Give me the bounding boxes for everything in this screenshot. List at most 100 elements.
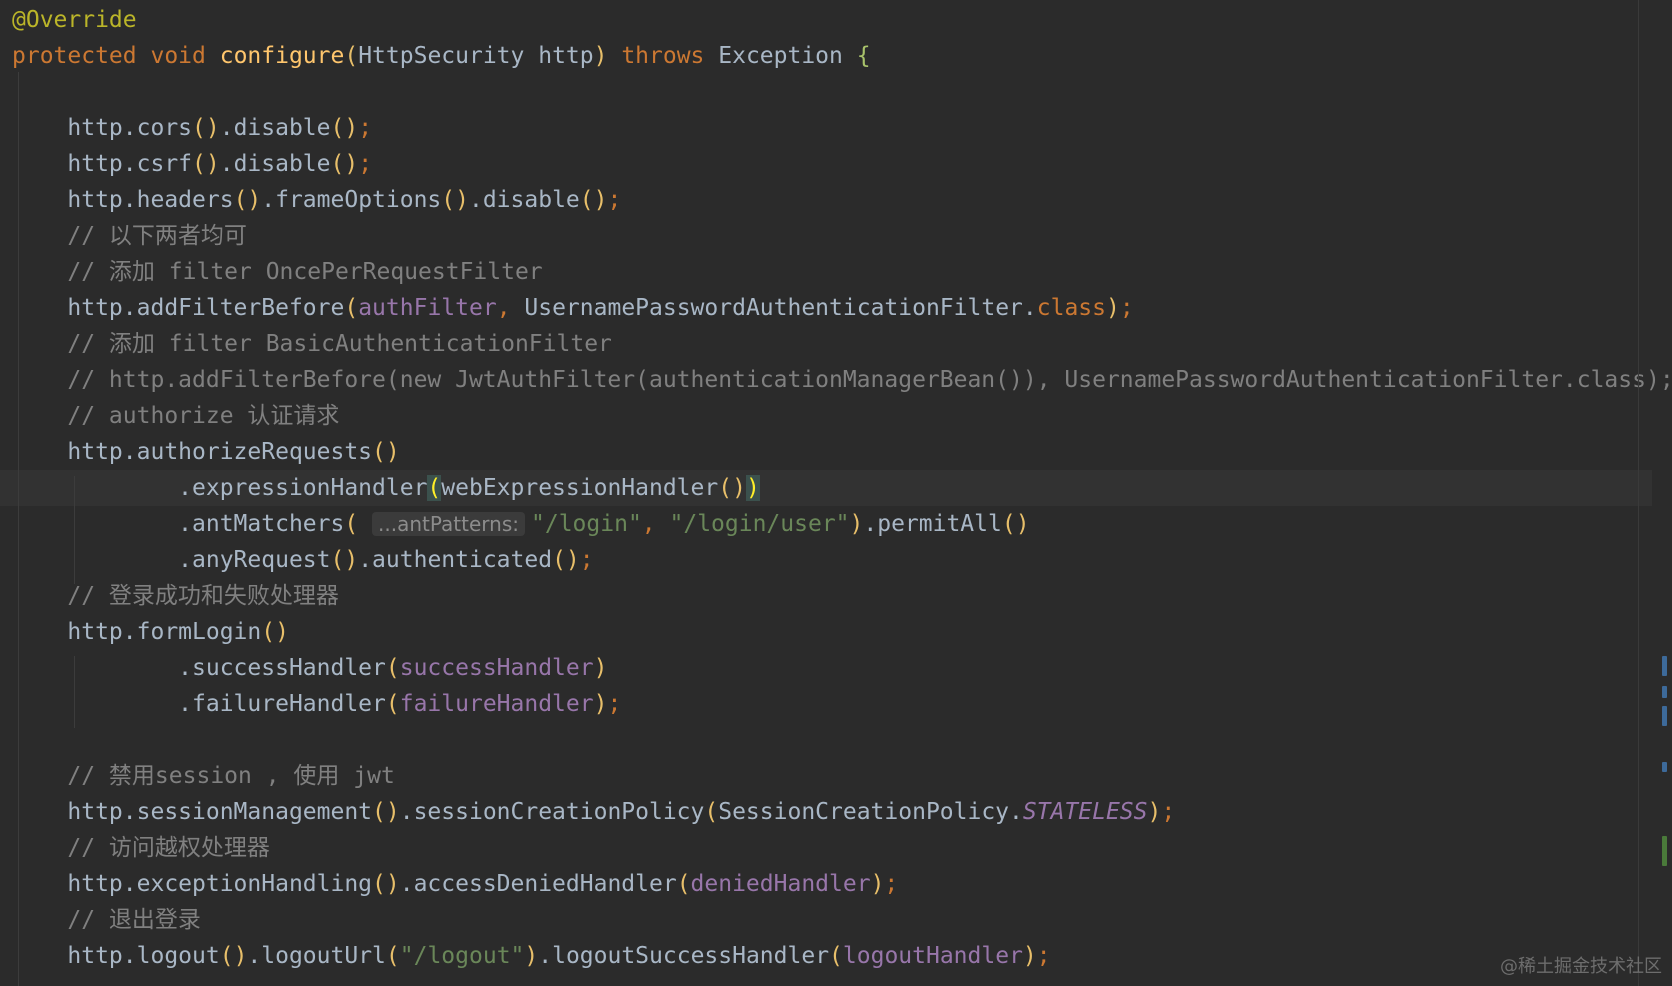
code-editor[interactable]: @Override protected void configure(HttpSe… xyxy=(0,0,1672,986)
code-token: ) xyxy=(870,871,885,897)
code-token: // 退出登录 xyxy=(12,907,201,933)
code-token: ( xyxy=(344,295,359,321)
code-token: ( xyxy=(344,511,373,537)
scrollbar-marker xyxy=(1662,762,1667,772)
code-line[interactable]: // 以下两者均可 xyxy=(0,218,1652,254)
code-token: ) xyxy=(1022,943,1037,969)
code-token: logoutHandler xyxy=(842,943,1023,969)
code-token: protected void xyxy=(12,43,220,69)
code-token: class xyxy=(1036,295,1106,321)
code-line[interactable]: http.csrf().disable(); xyxy=(0,146,1652,182)
code-token: STATELESS xyxy=(1022,799,1148,825)
code-token: ( xyxy=(385,943,400,969)
code-token: "/login" xyxy=(531,511,642,537)
code-token: ( xyxy=(704,799,719,825)
code-line[interactable]: http.authorizeRequests() xyxy=(0,434,1652,470)
code-line[interactable]: http.addFilterBefore(authFilter, Usernam… xyxy=(0,290,1652,326)
code-line[interactable]: protected void configure(HttpSecurity ht… xyxy=(0,38,1652,74)
code-token: HttpSecurity http xyxy=(358,43,594,69)
code-token: // 禁用session , 使用 jwt xyxy=(12,763,395,789)
code-line[interactable]: .expressionHandler(webExpressionHandler(… xyxy=(0,470,1652,506)
code-token: ; xyxy=(1036,943,1051,969)
code-line[interactable]: .anyRequest().authenticated(); xyxy=(0,542,1652,578)
code-token: .logoutUrl xyxy=(247,943,386,969)
code-token: () xyxy=(552,547,580,573)
code-line[interactable]: // 访问越权处理器 xyxy=(0,830,1652,866)
code-token: ) xyxy=(1106,295,1120,321)
code-token: deniedHandler xyxy=(690,871,871,897)
code-token: () xyxy=(330,115,359,141)
code-token: () xyxy=(219,943,248,969)
code-token: .failureHandler xyxy=(12,691,386,717)
code-line[interactable]: // authorize 认证请求 xyxy=(0,398,1652,434)
code-token: () xyxy=(718,475,746,501)
code-line[interactable]: http.formLogin() xyxy=(0,614,1652,650)
code-token: ; xyxy=(1161,799,1176,825)
code-line[interactable]: // 添加 filter OncePerRequestFilter xyxy=(0,254,1652,290)
code-token: ) xyxy=(593,691,608,717)
code-token: http.authorizeRequests xyxy=(12,439,373,465)
code-line[interactable]: http.logout().logoutUrl("/logout").logou… xyxy=(0,938,1652,974)
indent-guide xyxy=(74,476,75,584)
code-token: // http.addFilterBefore(new JwtAuthFilte… xyxy=(12,367,1672,393)
code-token: ; xyxy=(607,187,622,213)
code-line[interactable]: .failureHandler(failureHandler); xyxy=(0,686,1652,722)
code-token: http.addFilterBefore xyxy=(12,295,345,321)
code-line[interactable]: // 登录成功和失败处理器 xyxy=(0,578,1652,614)
code-token: // 添加 filter BasicAuthenticationFilter xyxy=(12,331,612,357)
scrollbar-marker xyxy=(1662,706,1667,726)
indent-guide xyxy=(74,656,75,728)
code-token: // 访问越权处理器 xyxy=(12,835,270,861)
code-token: http.exceptionHandling xyxy=(12,871,373,897)
code-token: ( xyxy=(344,43,359,69)
code-token: http.formLogin xyxy=(12,619,262,645)
code-token: // 登录成功和失败处理器 xyxy=(12,583,339,609)
code-token: { xyxy=(856,43,871,69)
code-token: "/logout" xyxy=(399,943,525,969)
right-margin-guide xyxy=(1638,0,1639,986)
code-line[interactable]: // 退出登录 xyxy=(0,902,1652,938)
scrollbar-marker xyxy=(1662,656,1667,676)
code-token: .frameOptions xyxy=(261,187,442,213)
code-token: ; xyxy=(607,691,622,717)
code-token: throws xyxy=(607,43,719,69)
code-token: () xyxy=(330,151,359,177)
code-token: authFilter xyxy=(358,295,497,321)
code-line[interactable]: // http.addFilterBefore(new JwtAuthFilte… xyxy=(0,362,1672,398)
code-line[interactable]: @Override xyxy=(0,2,1652,38)
code-token: .disable xyxy=(219,151,331,177)
code-token: ( xyxy=(385,655,400,681)
code-line[interactable]: http.sessionManagement().sessionCreation… xyxy=(0,794,1652,830)
code-token: .anyRequest xyxy=(12,547,331,573)
code-token: http.sessionManagement xyxy=(12,799,373,825)
code-token: () xyxy=(372,799,400,825)
code-line[interactable]: http.headers().frameOptions().disable(); xyxy=(0,182,1652,218)
code-token: .disable xyxy=(468,187,580,213)
code-line[interactable]: http.cors().disable(); xyxy=(0,110,1652,146)
code-token: () xyxy=(261,619,289,645)
code-token: , xyxy=(641,511,670,537)
code-line[interactable] xyxy=(0,722,1652,758)
code-line[interactable] xyxy=(0,74,1652,110)
code-line[interactable]: .antMatchers( ...antPatterns: "/login", "… xyxy=(0,506,1652,542)
code-token: failureHandler xyxy=(399,691,594,717)
code-line[interactable]: http.exceptionHandling().accessDeniedHan… xyxy=(0,866,1652,902)
code-token: ) xyxy=(593,655,608,681)
code-token: ) xyxy=(524,943,539,969)
code-line[interactable]: // 添加 filter BasicAuthenticationFilter xyxy=(0,326,1652,362)
code-token: // 以下两者均可 xyxy=(12,223,247,249)
code-token: ; xyxy=(1119,295,1134,321)
code-token: .disable xyxy=(219,115,331,141)
code-token: () xyxy=(233,187,262,213)
watermark: @稀土掘金技术社区 xyxy=(1500,956,1662,977)
code-token: SessionCreationPolicy. xyxy=(718,799,1023,825)
code-line[interactable]: // 禁用session , 使用 jwt xyxy=(0,758,1652,794)
code-token: ) xyxy=(849,511,864,537)
code-token: .antMatchers xyxy=(12,511,345,537)
code-token: // authorize 认证请求 xyxy=(12,403,340,429)
code-token: ( xyxy=(385,691,400,717)
code-token: http.headers xyxy=(12,187,234,213)
code-token: http.csrf xyxy=(12,151,193,177)
code-token: .sessionCreationPolicy xyxy=(399,799,705,825)
code-line[interactable]: .successHandler(successHandler) xyxy=(0,650,1652,686)
